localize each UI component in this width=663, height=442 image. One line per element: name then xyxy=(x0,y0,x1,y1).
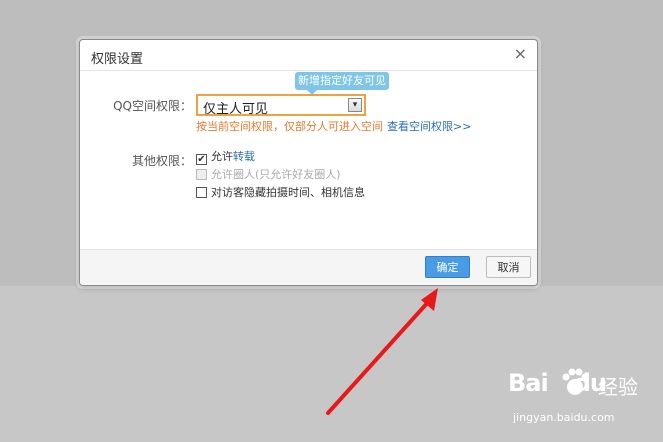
watermark-text: 经验 xyxy=(598,375,638,399)
watermark-url: jingyan.baidu.com xyxy=(513,411,615,424)
paw-icon xyxy=(562,368,589,395)
baidu-jingyan-watermark: Bai du 经验 jingyan.baidu.com xyxy=(506,365,656,435)
